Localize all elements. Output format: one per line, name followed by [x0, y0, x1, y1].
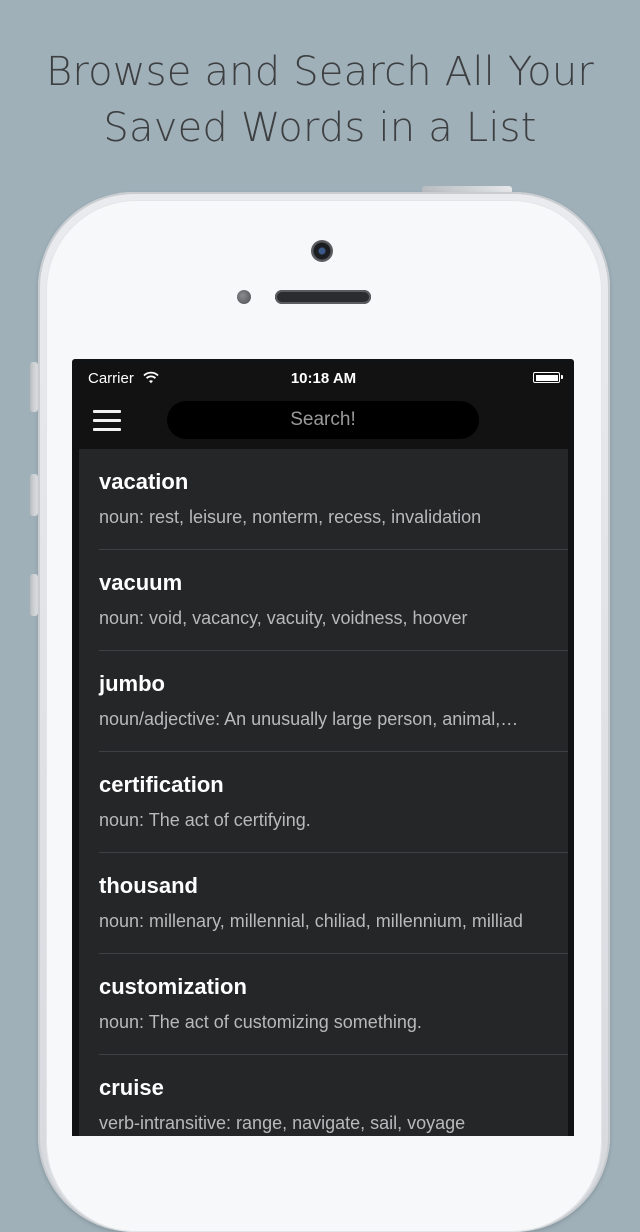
hamburger-menu-icon[interactable] [93, 410, 121, 432]
word-definition: noun: The act of customizing something. [99, 1012, 422, 1032]
phone-volume-down [30, 574, 38, 616]
headline-line-2: Saved Words in a List [103, 105, 537, 151]
list-item[interactable]: vacuum noun: void, vacancy, vacuity, voi… [79, 550, 568, 651]
list-item[interactable]: thousand noun: millenary, millennial, ch… [79, 853, 568, 954]
headline: Browse and Search All Your Saved Words i… [0, 44, 640, 156]
word-definition: noun: The act of certifying. [99, 810, 311, 830]
list-item[interactable]: certification noun: The act of certifyin… [79, 752, 568, 853]
list-item[interactable]: jumbo noun/adjective: An unusually large… [79, 651, 568, 752]
search-field [167, 401, 479, 439]
word-definition: verb-intransitive: range, navigate, sail… [99, 1113, 466, 1133]
saved-words-list: vacation noun: rest, leisure, nonterm, r… [79, 449, 568, 1136]
phone-mute-switch [30, 362, 38, 412]
search-input[interactable] [167, 401, 479, 439]
word-title: vacation [99, 469, 189, 494]
proximity-sensor [237, 290, 251, 304]
word-title: customization [99, 974, 247, 999]
word-title: vacuum [99, 570, 183, 595]
word-definition: noun: void, vacancy, vacuity, voidness, … [99, 608, 468, 628]
phone-volume-up [30, 474, 38, 516]
status-time: 10:18 AM [290, 370, 357, 387]
earpiece-speaker [275, 290, 371, 304]
word-title: cruise [99, 1075, 164, 1100]
word-title: certification [99, 772, 224, 797]
word-title: thousand [99, 873, 198, 898]
list-item[interactable]: cruise verb-intransitive: range, navigat… [79, 1055, 568, 1136]
status-bar: Carrier 10:18 AM [79, 365, 568, 393]
word-title: jumbo [99, 671, 165, 696]
app-screen: Carrier 10:18 AM vacation noun: rest, le… [79, 365, 568, 1136]
front-camera [311, 240, 333, 262]
battery-icon [533, 372, 563, 383]
headline-line-1: Browse and Search All Your [45, 49, 595, 95]
word-definition: noun/adjective: An unusually large perso… [99, 709, 519, 729]
word-definition: noun: millenary, millennial, chiliad, mi… [99, 911, 523, 931]
list-item[interactable]: vacation noun: rest, leisure, nonterm, r… [79, 449, 568, 550]
list-item[interactable]: customization noun: The act of customizi… [79, 954, 568, 1055]
word-definition: noun: rest, leisure, nonterm, recess, in… [99, 507, 482, 527]
navigation-bar [79, 393, 568, 449]
